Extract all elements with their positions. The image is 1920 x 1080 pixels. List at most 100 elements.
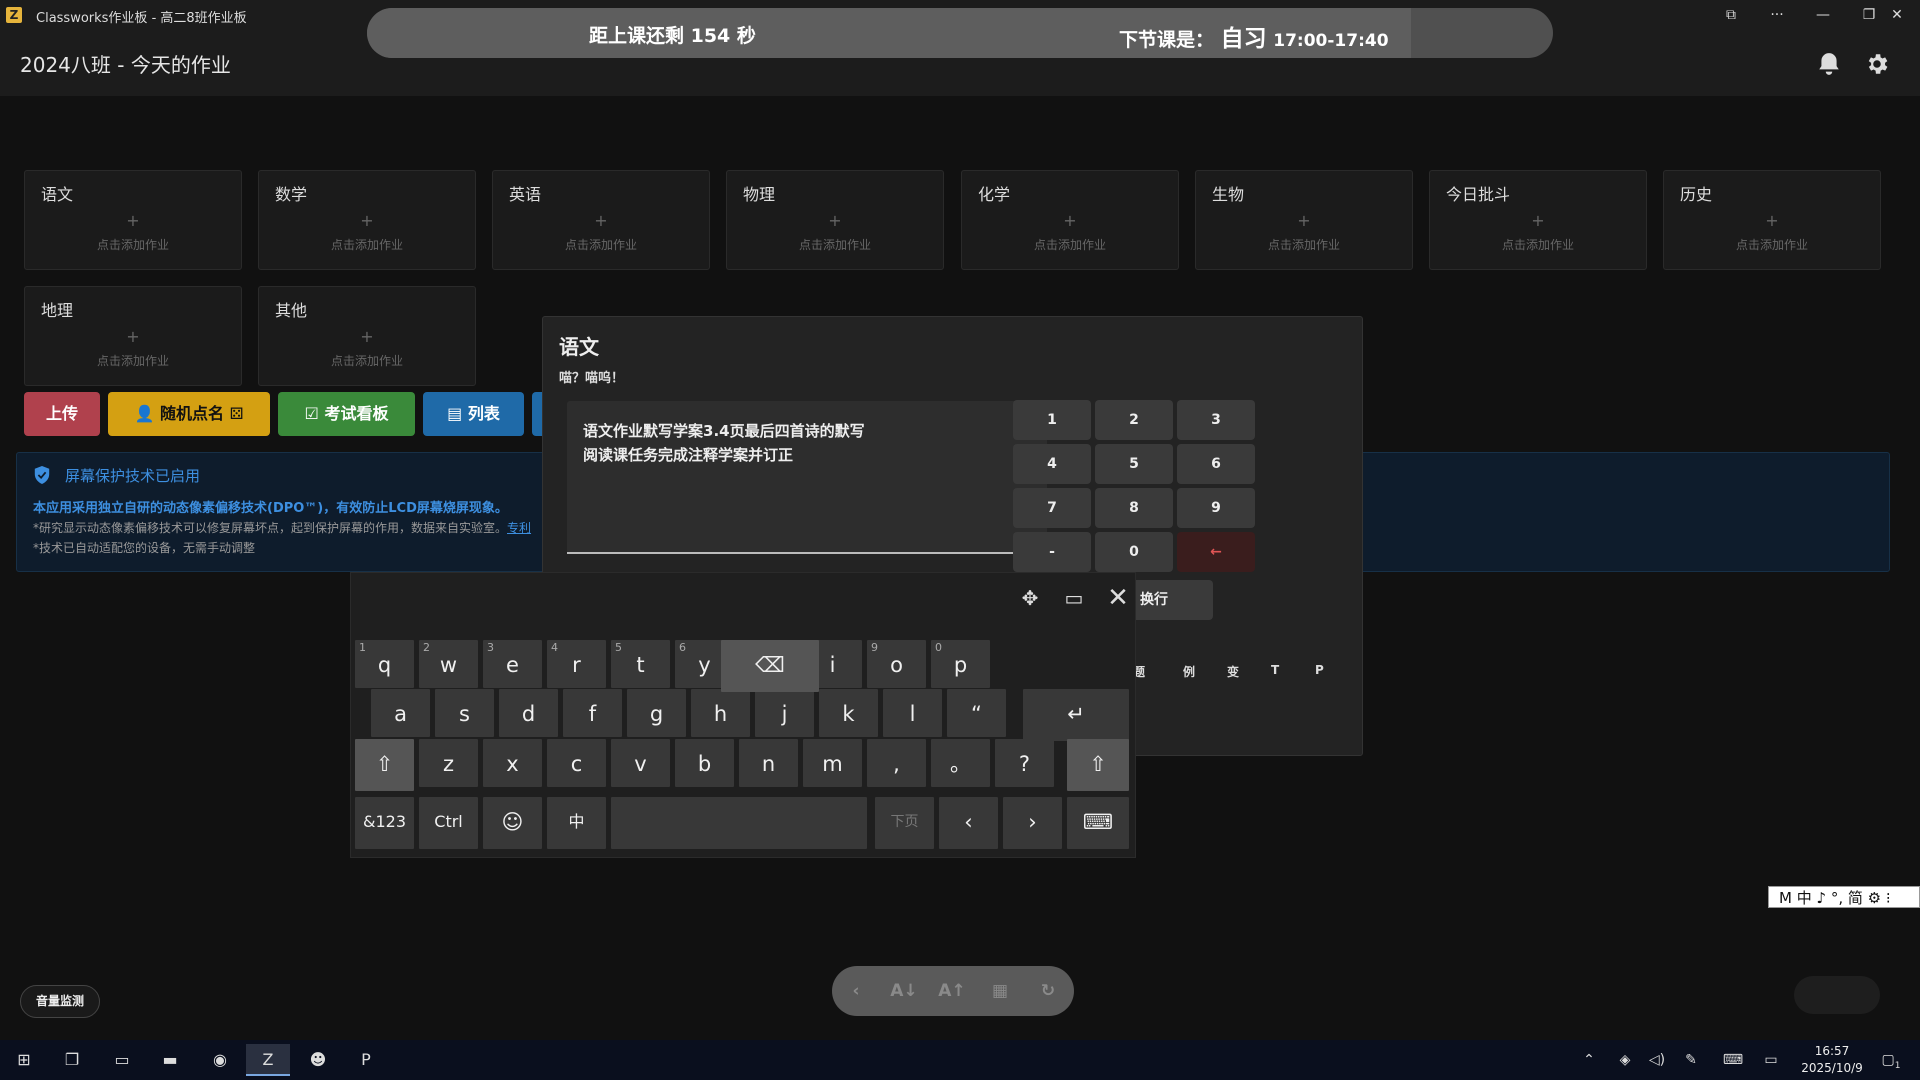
letter-key[interactable]: , [867,739,926,787]
letter-key[interactable]: g [627,689,686,737]
shift-right-key[interactable]: ⇧ [1067,739,1129,791]
subject-card[interactable]: 今日批斗 + 点击添加作业 [1429,170,1647,270]
display-icon[interactable]: ▭ [1760,1048,1782,1072]
ime-toolbar[interactable]: M 中 ♪ °, 简 ⚙ ⁝ [1768,886,1920,908]
volume-icon[interactable]: ◁) [1646,1048,1668,1072]
patent-link[interactable]: 专利 [507,521,531,535]
close-keyboard-icon[interactable]: ✕ [1101,581,1135,615]
enter-key[interactable]: ↵ [1023,689,1129,741]
subject-card[interactable]: 物理 + 点击添加作业 [726,170,944,270]
letter-key[interactable]: 3e [483,640,542,688]
right-arrow-key[interactable]: › [1003,797,1062,849]
back-icon[interactable]: ‹ [842,978,870,1004]
file-explorer-icon[interactable]: ▬ [148,1044,192,1076]
space-bar[interactable] [611,797,867,849]
app-icon-1[interactable]: ▭ [100,1044,144,1076]
scrollbar[interactable] [1904,96,1920,1040]
security-icon[interactable]: ◈ [1614,1048,1636,1072]
bell-icon[interactable] [1816,51,1842,77]
symbols-key[interactable]: &123 [355,797,414,849]
language-key[interactable]: 中 [547,797,606,849]
backspace-key[interactable]: ⌫ [721,640,819,692]
more-icon[interactable]: ··· [1754,0,1800,31]
system-clock[interactable]: 16:57 2025/10/9 [1800,1043,1864,1077]
minimize-button[interactable]: — [1800,0,1846,31]
exam-board-button[interactable]: ☑ 考试看板 [278,392,415,436]
classworks-icon[interactable]: Z [246,1044,290,1076]
letter-key[interactable]: ? [995,739,1054,787]
gear-icon[interactable] [1864,51,1890,77]
subject-card[interactable]: 语文 + 点击添加作业 [24,170,242,270]
numpad-key[interactable]: 2 [1095,400,1173,440]
numpad-key[interactable]: 5 [1095,444,1173,484]
upload-button[interactable]: 上传 [24,392,100,436]
numpad-key[interactable]: 3 [1177,400,1255,440]
touch-keyboard-icon[interactable]: ⌨ [1722,1048,1744,1072]
numpad-key[interactable]: 6 [1177,444,1255,484]
shift-left-key[interactable]: ⇧ [355,739,414,791]
list-button[interactable]: ▤ 列表 [423,392,524,436]
letter-key[interactable]: 9o [867,640,926,688]
subject-card[interactable]: 化学 + 点击添加作业 [961,170,1179,270]
quick-insert-key[interactable]: 变 [1227,663,1239,680]
quick-insert-key[interactable]: 例 [1183,663,1195,680]
calendar-icon[interactable]: ▦ [986,978,1014,1004]
letter-key[interactable]: s [435,689,494,737]
numpad-key[interactable]: 4 [1013,444,1091,484]
subject-card[interactable]: 英语 + 点击添加作业 [492,170,710,270]
numpad-key[interactable]: 8 [1095,488,1173,528]
ctrl-key[interactable]: Ctrl [419,797,478,849]
subject-card[interactable]: 其他 + 点击添加作业 [258,286,476,386]
floating-widget[interactable] [1794,976,1880,1014]
letter-key[interactable]: 1q [355,640,414,688]
emoji-key[interactable]: ☺ [483,797,542,849]
letter-key[interactable]: m [803,739,862,787]
edge-icon[interactable]: ◉ [198,1044,242,1076]
subject-card[interactable]: 历史 + 点击添加作业 [1663,170,1881,270]
letter-key[interactable]: z [419,739,478,787]
homework-textarea[interactable]: 语文作业默写学案3.4页最后四首诗的默写 阅读课任务完成注释学案并订正 [567,401,1047,554]
powerpoint-icon[interactable]: P [344,1044,388,1076]
notification-icon[interactable]: ▢1 [1876,1048,1906,1072]
letter-key[interactable]: a [371,689,430,737]
letter-key[interactable]: j [755,689,814,737]
letter-key[interactable]: x [483,739,542,787]
letter-key[interactable]: c [547,739,606,787]
qq-icon[interactable]: ☻ [296,1044,340,1076]
subject-card[interactable]: 地理 + 点击添加作业 [24,286,242,386]
letter-key[interactable]: d [499,689,558,737]
letter-key[interactable]: k [819,689,878,737]
font-decrease-icon[interactable]: A↓ [890,978,918,1004]
close-window-button[interactable]: ✕ [1874,0,1920,31]
volume-monitor-button[interactable]: 音量监测 [20,985,100,1018]
tray-overflow-icon[interactable]: ⌃ [1578,1048,1600,1072]
letter-key[interactable]: 0p [931,640,990,688]
quick-insert-key[interactable]: T [1271,663,1279,677]
subject-card[interactable]: 数学 + 点击添加作业 [258,170,476,270]
letter-key[interactable]: 。 [931,739,990,787]
letter-key[interactable]: 2w [419,640,478,688]
font-increase-icon[interactable]: A↑ [938,978,966,1004]
random-call-button[interactable]: 👤 随机点名 ⚄ [108,392,270,436]
subject-card[interactable]: 生物 + 点击添加作业 [1195,170,1413,270]
quick-insert-key[interactable]: P [1315,663,1324,677]
cast-icon[interactable]: ⧉ [1708,0,1754,31]
letter-key[interactable]: v [611,739,670,787]
letter-key[interactable]: l [883,689,942,737]
dock-keyboard-icon[interactable]: ▭ [1057,581,1091,615]
move-keyboard-icon[interactable]: ✥ [1013,581,1047,615]
refresh-icon[interactable]: ↻ [1034,978,1062,1004]
numpad-key[interactable]: 1 [1013,400,1091,440]
left-arrow-key[interactable]: ‹ [939,797,998,849]
letter-key[interactable]: 5t [611,640,670,688]
letter-key[interactable]: “ [947,689,1006,737]
numpad-key[interactable]: - [1013,532,1091,572]
start-icon[interactable]: ⊞ [2,1044,46,1076]
letter-key[interactable]: n [739,739,798,787]
numpad-key[interactable]: 0 [1095,532,1173,572]
next-page-key[interactable]: 下页 [875,797,934,849]
letter-key[interactable]: h [691,689,750,737]
keyboard-settings-key[interactable]: ⌨ [1067,797,1129,849]
numpad-key[interactable]: 7 [1013,488,1091,528]
numpad-backspace-key[interactable]: ← [1177,532,1255,572]
